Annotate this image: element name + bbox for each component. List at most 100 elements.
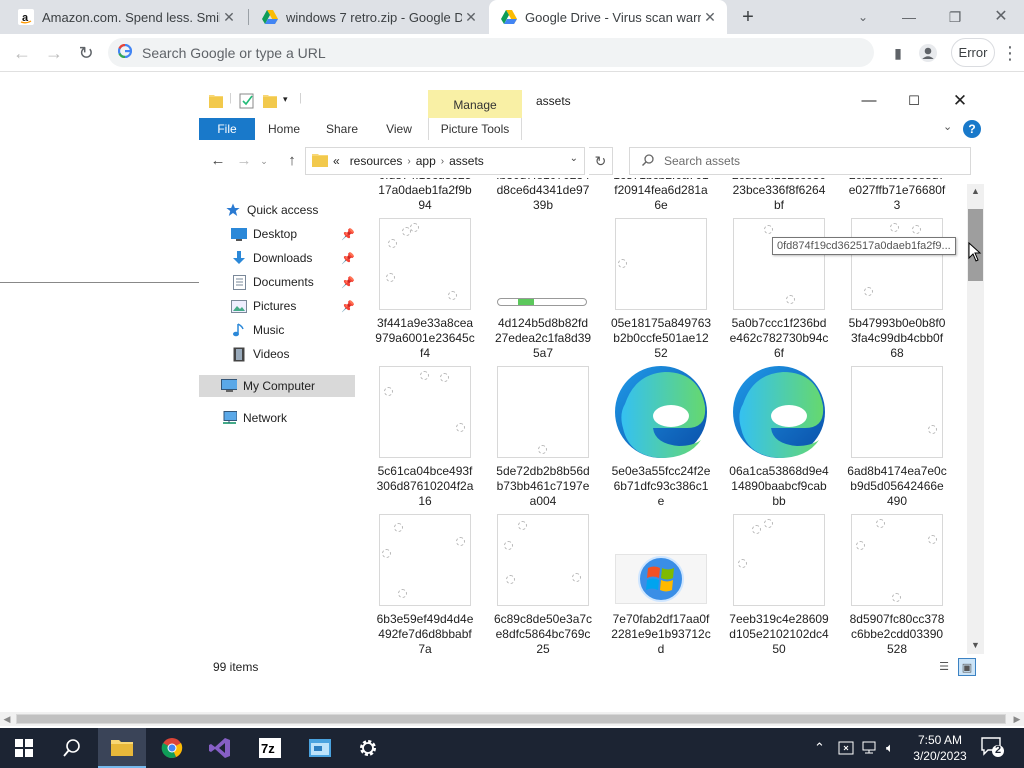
defender-icon[interactable]: [838, 728, 854, 768]
explorer-close-button[interactable]: ✕: [937, 88, 983, 114]
profile-error-button[interactable]: Error: [951, 38, 995, 67]
search-icon[interactable]: [48, 728, 96, 768]
scroll-up-arrow-icon[interactable]: ▲: [967, 186, 984, 196]
new-tab-button[interactable]: +: [736, 5, 760, 29]
profile-avatar-icon[interactable]: [914, 39, 942, 67]
nav-music[interactable]: Music: [231, 319, 284, 341]
breadcrumb-app[interactable]: app: [416, 154, 436, 168]
tab-search-chevron-icon[interactable]: ⌄: [840, 0, 886, 34]
close-window-button[interactable]: ✕: [978, 0, 1024, 34]
close-icon[interactable]: ✕: [701, 9, 719, 26]
help-icon[interactable]: ?: [963, 120, 981, 138]
chrome-icon[interactable]: [148, 728, 196, 768]
network-tray-icon[interactable]: [862, 728, 878, 768]
start-button[interactable]: [0, 728, 48, 768]
refresh-icon[interactable]: ↻: [589, 147, 613, 175]
scroll-right-arrow-icon[interactable]: ▶: [1010, 712, 1024, 726]
breadcrumb-resources[interactable]: resources: [350, 154, 403, 168]
show-hidden-icons-chevron[interactable]: ⌃: [814, 728, 825, 768]
close-icon[interactable]: ✕: [220, 9, 238, 26]
breadcrumb-assets[interactable]: assets: [449, 154, 484, 168]
app-window-icon[interactable]: [296, 728, 344, 768]
tab-view[interactable]: View: [379, 118, 419, 140]
details-view-icon[interactable]: ☰: [935, 658, 953, 676]
nav-documents[interactable]: Documents 📌: [231, 271, 355, 293]
tab-share[interactable]: Share: [321, 118, 363, 140]
pin-icon[interactable]: 📌: [341, 228, 355, 241]
large-icons-view-icon[interactable]: ▣: [958, 658, 976, 676]
nav-quick-access[interactable]: Quick access: [225, 199, 318, 221]
image-thumbnail: [851, 218, 943, 310]
nav-videos[interactable]: Videos: [231, 343, 289, 365]
tab-home[interactable]: Home: [263, 118, 305, 140]
minimize-button[interactable]: —: [886, 0, 932, 34]
reload-button[interactable]: ↻: [72, 39, 100, 67]
tab-file[interactable]: File: [199, 118, 255, 140]
google-drive-icon: [262, 9, 278, 25]
explorer-minimize-button[interactable]: —: [846, 88, 892, 114]
pin-icon[interactable]: 📌: [341, 300, 355, 313]
network-icon: [221, 410, 237, 426]
back-arrow-icon[interactable]: ←: [207, 150, 229, 172]
more-menu-icon[interactable]: ⋮: [998, 39, 1022, 67]
system-clock[interactable]: 7:50 AM 3/20/2023: [906, 732, 974, 764]
image-thumbnail: [851, 514, 943, 606]
pin-icon[interactable]: 📌: [341, 276, 355, 289]
tab-picture-tools[interactable]: Picture Tools: [428, 118, 522, 140]
volume-icon[interactable]: 🔈︎: [886, 728, 894, 768]
back-button[interactable]: ←: [8, 39, 36, 67]
nav-network[interactable]: Network: [221, 407, 287, 429]
expand-ribbon-chevron-icon[interactable]: ⌄: [943, 120, 952, 133]
action-center-icon[interactable]: 2: [980, 736, 1006, 760]
folder-icon[interactable]: [209, 93, 223, 111]
nav-my-computer[interactable]: My Computer: [199, 375, 355, 397]
restore-button[interactable]: ❐: [932, 0, 978, 34]
forward-button[interactable]: →: [40, 39, 68, 67]
omnibox[interactable]: [108, 38, 874, 67]
mouse-cursor-icon: [968, 241, 982, 265]
up-arrow-icon[interactable]: ↑: [281, 150, 303, 172]
search-box[interactable]: [629, 147, 971, 175]
side-panel-icon[interactable]: ▮: [884, 39, 912, 67]
nav-label: My Computer: [243, 379, 316, 393]
ribbon-tabs: File Home Share View Picture Tools ⌄ ?: [199, 118, 989, 140]
nav-downloads[interactable]: Downloads 📌: [231, 247, 355, 269]
new-folder-icon[interactable]: [263, 93, 277, 111]
desktop-icon: [231, 226, 247, 242]
nav-label: Quick access: [247, 203, 319, 217]
close-icon[interactable]: ✕: [462, 9, 480, 26]
tab-title: windows 7 retro.zip - Google Dri: [286, 9, 462, 25]
page-horizontal-scrollbar[interactable]: ◀ ▶: [0, 712, 1024, 726]
image-thumbnail: [733, 218, 825, 310]
address-bar[interactable]: « resources › app › assets ⌄: [305, 147, 585, 175]
manage-context-tab[interactable]: Manage: [428, 90, 522, 120]
pin-icon[interactable]: 📌: [341, 252, 355, 265]
nav-label: Downloads: [253, 251, 313, 265]
windows-taskbar: 7z ⌃ 🔈︎ 7:50 AM 3/20/2023 2: [0, 728, 1024, 768]
windows-logo-icon: [15, 739, 33, 757]
address-dropdown-icon[interactable]: ⌄: [570, 153, 578, 164]
edge-browser-logo-thumbnail: [733, 366, 825, 458]
tab-virus-scan-warning[interactable]: Google Drive - Virus scan warnin ✕: [489, 0, 727, 34]
browser-tab-strip: a Amazon.com. Spend less. Smile m ✕ wind…: [0, 0, 1024, 34]
scroll-down-arrow-icon[interactable]: ▼: [967, 640, 984, 650]
pictures-icon: [231, 298, 247, 314]
visual-studio-icon[interactable]: [196, 728, 244, 768]
url-input[interactable]: [142, 44, 742, 61]
nav-pictures[interactable]: Pictures 📌: [231, 295, 355, 317]
path-overflow[interactable]: «: [333, 154, 340, 168]
recent-locations-chevron-icon[interactable]: ⌄: [253, 150, 275, 172]
scroll-left-arrow-icon[interactable]: ◀: [0, 712, 14, 726]
search-input[interactable]: [664, 154, 944, 168]
tab-amazon[interactable]: a Amazon.com. Spend less. Smile m ✕: [6, 0, 246, 34]
nav-desktop[interactable]: Desktop 📌: [231, 223, 355, 245]
forward-arrow-icon[interactable]: →: [233, 150, 255, 172]
properties-checkbox-icon[interactable]: [239, 92, 255, 112]
customize-qat-icon[interactable]: ▾: [283, 94, 288, 105]
tab-windows7-zip[interactable]: windows 7 retro.zip - Google Dri ✕: [250, 0, 488, 34]
horizontal-scroll-thumb[interactable]: [16, 714, 1006, 724]
explorer-maximize-button[interactable]: ☐: [891, 88, 937, 114]
7zip-icon[interactable]: 7z: [246, 728, 294, 768]
file-explorer-taskbar-icon[interactable]: [98, 728, 146, 768]
settings-gear-icon[interactable]: [344, 728, 392, 768]
